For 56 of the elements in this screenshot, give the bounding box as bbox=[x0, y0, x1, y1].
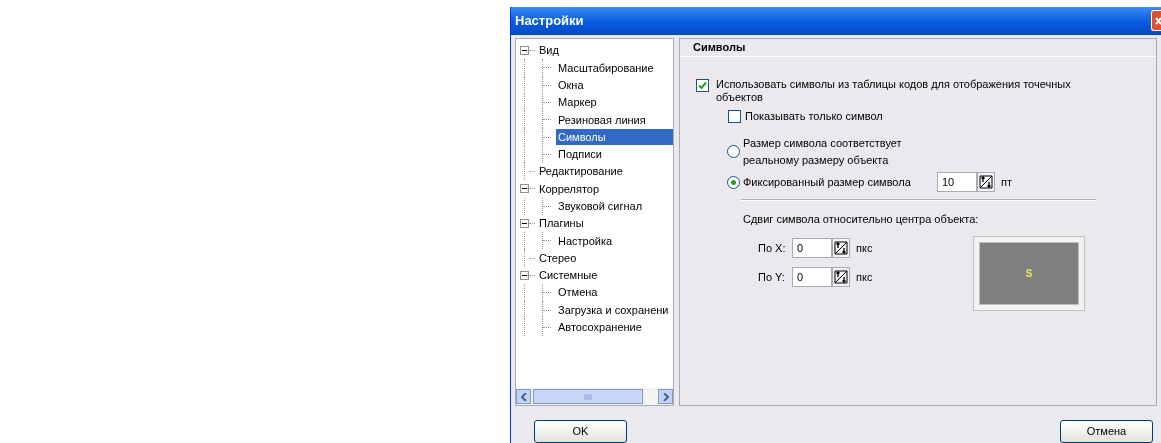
radio-button[interactable] bbox=[727, 145, 740, 159]
unit-label: пкс bbox=[856, 269, 873, 285]
tree-item[interactable]: Отмена bbox=[556, 284, 673, 301]
spinner-button[interactable] bbox=[977, 172, 995, 193]
tree-item[interactable]: Загрузка и сохранени bbox=[556, 301, 673, 319]
horizontal-scrollbar[interactable] bbox=[516, 388, 673, 405]
close-icon bbox=[1155, 15, 1161, 26]
field-label: По X: bbox=[758, 240, 787, 256]
collapse-box-icon[interactable] bbox=[520, 270, 529, 280]
scroll-left-icon[interactable] bbox=[516, 389, 531, 404]
checkbox[interactable] bbox=[696, 78, 709, 92]
radio-button[interactable] bbox=[727, 175, 740, 189]
checkbox-label: Использовать символы из таблицы кодов для отображения точечных объектов bbox=[716, 77, 1072, 104]
collapse-box-icon[interactable] bbox=[520, 46, 529, 56]
spinner-arrows-icon bbox=[834, 240, 848, 255]
tree-item[interactable]: Коррелятор bbox=[537, 180, 673, 198]
number-field[interactable]: 0 bbox=[792, 237, 832, 258]
tree-item[interactable]: Окна bbox=[556, 76, 673, 94]
spinner-arrows-icon bbox=[834, 269, 848, 284]
spinner-arrows-icon bbox=[979, 175, 993, 190]
checkbox[interactable] bbox=[728, 109, 741, 123]
tree-item[interactable]: Вид bbox=[537, 42, 673, 59]
tree-item[interactable]: Масштабирование bbox=[556, 59, 673, 77]
tree-item[interactable]: Подписи bbox=[556, 146, 673, 163]
check-icon bbox=[698, 80, 707, 90]
number-field[interactable]: 10 bbox=[937, 172, 977, 193]
tree-item[interactable]: Редактирование bbox=[537, 163, 673, 180]
radio-label: Размер символа соответствует реальному размеру объекта bbox=[743, 136, 903, 168]
scroll-right-icon[interactable] bbox=[658, 389, 673, 404]
checkbox-label: Показывать только символ bbox=[745, 108, 883, 124]
collapse-box-icon[interactable] bbox=[520, 219, 529, 229]
window-title: Настройки bbox=[515, 12, 584, 31]
radio-label: Фиксированный размер символа bbox=[743, 175, 912, 191]
dialog-button[interactable]: Отмена bbox=[1060, 420, 1153, 443]
tree-item[interactable]: Звуковой сигнал bbox=[556, 198, 673, 215]
tree-item[interactable]: Автосохранение bbox=[556, 319, 673, 336]
dialog-button[interactable]: OK bbox=[534, 420, 627, 443]
spinner-button[interactable] bbox=[832, 266, 850, 287]
spinner-button[interactable] bbox=[832, 237, 850, 258]
scroll-thumb[interactable] bbox=[533, 389, 643, 404]
number-field[interactable]: 0 bbox=[792, 266, 832, 287]
unit-label: пт bbox=[1001, 175, 1012, 191]
preview-symbol: S bbox=[1025, 266, 1033, 281]
tree-item[interactable]: Резиновая линия bbox=[556, 111, 673, 128]
panel-title: Символы bbox=[693, 40, 746, 56]
tree-item[interactable]: Маркер bbox=[556, 94, 673, 111]
tree-item[interactable]: Настройка bbox=[556, 232, 673, 250]
field-label: По Y: bbox=[758, 269, 786, 285]
tree-item[interactable]: Стерео bbox=[537, 249, 673, 267]
collapse-box-icon[interactable] bbox=[520, 184, 529, 194]
tree-item[interactable]: Системные bbox=[537, 267, 673, 284]
tree-item[interactable]: Символы bbox=[556, 128, 673, 146]
unit-label: пкс bbox=[856, 240, 873, 256]
tree-item[interactable]: Плагины bbox=[537, 215, 673, 232]
offset-label: Сдвиг символа относительно центра объекта: bbox=[743, 212, 980, 228]
close-button[interactable] bbox=[1151, 10, 1161, 32]
